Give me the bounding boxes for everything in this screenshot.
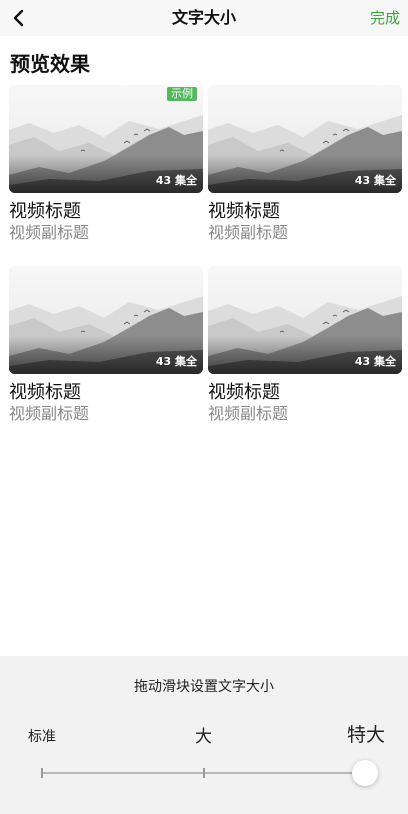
example-badge: 示例 <box>167 87 197 101</box>
episode-count: 43 集全 <box>354 355 396 368</box>
card-subtitle: 视频副标题 <box>9 223 90 242</box>
video-thumbnail: 43 集全 <box>9 266 203 374</box>
preview-section-title: 预览效果 <box>10 52 90 76</box>
preview-card[interactable]: 43 集全 视频标题 视频副标题 <box>208 266 402 424</box>
episode-count: 43 集全 <box>155 174 197 187</box>
card-title: 视频标题 <box>208 382 280 403</box>
preview-card[interactable]: 43 集全 视频标题 视频副标题 <box>208 85 402 243</box>
preview-card[interactable]: 43 集全 视频标题 视频副标题 <box>9 266 203 424</box>
video-thumbnail: 43 集全 <box>208 85 402 193</box>
nav-bar: 文字大小 完成 <box>0 0 408 36</box>
card-subtitle: 视频副标题 <box>9 404 90 423</box>
card-title: 视频标题 <box>208 201 280 222</box>
video-thumbnail: 示例 43 集全 <box>9 85 203 193</box>
size-label-large[interactable]: 大 <box>195 722 212 747</box>
done-button[interactable]: 完成 <box>370 0 400 36</box>
episode-count: 43 集全 <box>155 355 197 368</box>
card-title: 视频标题 <box>9 382 81 403</box>
card-title: 视频标题 <box>9 201 81 222</box>
page-title: 文字大小 <box>171 8 236 27</box>
slider-tick <box>41 768 43 778</box>
size-label-xlarge[interactable]: 特大 <box>347 720 385 747</box>
preview-card[interactable]: 示例 43 集全 视频标题 视频副标题 <box>9 85 203 243</box>
slider-hint: 拖动滑块设置文字大小 <box>134 679 274 695</box>
card-subtitle: 视频副标题 <box>208 404 289 423</box>
font-size-panel: 拖动滑块设置文字大小 标准 大 特大 <box>0 656 408 814</box>
video-thumbnail: 43 集全 <box>208 266 402 374</box>
slider-tick <box>203 768 205 778</box>
size-label-standard[interactable]: 标准 <box>28 726 56 746</box>
episode-count: 43 集全 <box>354 174 396 187</box>
slider-handle[interactable] <box>352 760 378 786</box>
card-subtitle: 视频副标题 <box>208 223 289 242</box>
